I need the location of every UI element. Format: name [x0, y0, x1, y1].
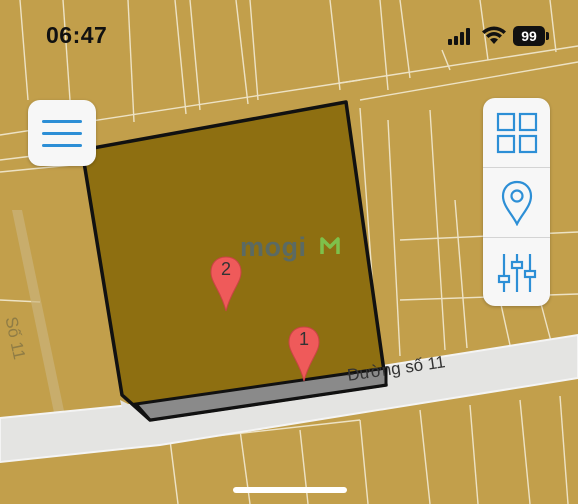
map-marker-1[interactable]: 1	[287, 325, 321, 382]
mogi-logo-icon	[320, 237, 340, 254]
mogi-watermark: mogi	[240, 232, 307, 262]
home-indicator[interactable]	[233, 487, 347, 493]
map-screen: Đường số 11 Số 11 mogi 2 1 06:47 99	[0, 0, 578, 504]
wifi-icon	[482, 26, 506, 44]
status-time: 06:47	[46, 22, 108, 48]
map-controls-panel	[483, 98, 550, 306]
my-location-button[interactable]	[483, 168, 550, 237]
battery-indicator: 99	[513, 26, 549, 46]
filter-button[interactable]	[483, 238, 550, 307]
cellular-signal-icon	[448, 28, 474, 45]
menu-button[interactable]	[28, 100, 96, 166]
grid-icon	[496, 112, 537, 153]
map-marker-2[interactable]: 2	[209, 255, 243, 312]
status-bar: 06:47 99	[0, 0, 578, 70]
location-pin-icon	[501, 180, 532, 226]
layers-button[interactable]	[483, 98, 550, 167]
marker-label: 2	[220, 259, 231, 279]
sliders-icon	[497, 253, 536, 292]
marker-label: 1	[298, 329, 309, 349]
